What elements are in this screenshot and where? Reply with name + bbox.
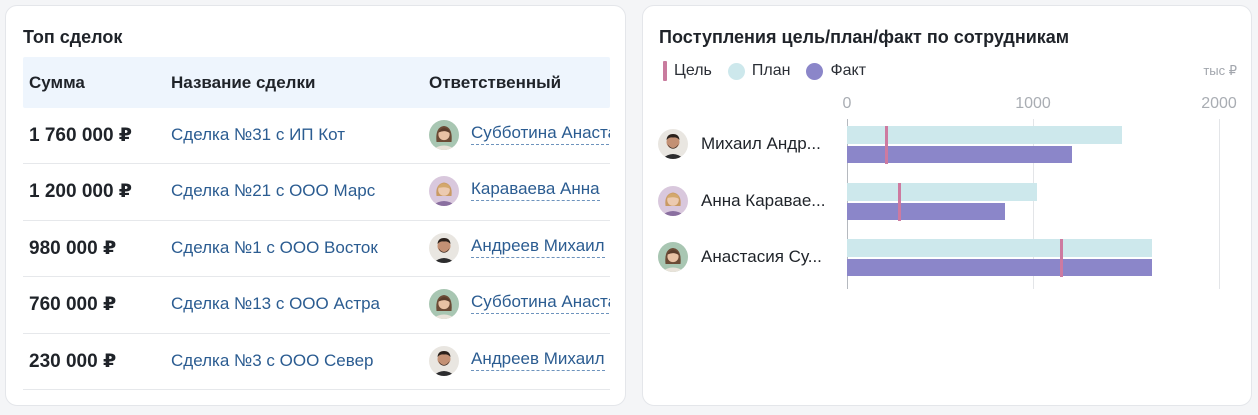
deal-name-link[interactable]: Сделка №21 с ООО Марс: [171, 164, 375, 220]
x-tick-label: 2000: [1201, 95, 1237, 112]
deal-responsible: Андреев Михаил: [429, 221, 610, 277]
avatar-anna[interactable]: [658, 186, 688, 216]
legend-item-fact[interactable]: Факт: [806, 62, 866, 80]
x-tick-label: 1000: [1015, 95, 1051, 112]
x-gridline: [1219, 119, 1220, 289]
bar-fact[interactable]: [847, 203, 1006, 220]
table-row[interactable]: 980 000 ₽ Сделка №1 с ООО Восток Андреев М…: [23, 221, 610, 278]
chart-legend: Цель План Факт: [663, 60, 882, 82]
target-marker[interactable]: [1059, 239, 1063, 277]
employee-name[interactable]: Анна Каравае...: [701, 191, 831, 211]
bar-plan[interactable]: [847, 183, 1037, 201]
chart-category-label: Анна Каравае...: [658, 186, 843, 218]
employee-name[interactable]: Михаил Андр...: [701, 134, 831, 154]
responsible-name-link[interactable]: Субботина Анастасия: [471, 122, 610, 145]
legend-label-target: Цель: [674, 62, 712, 79]
deals-table-body: 1 760 000 ₽ Сделка №31 с ИП Кот Субботина …: [23, 108, 610, 390]
target-marker[interactable]: [885, 126, 889, 164]
deal-name-link[interactable]: Сделка №13 с ООО Астра: [171, 277, 380, 333]
legend-item-plan[interactable]: План: [727, 62, 791, 80]
deal-sum: 980 000 ₽: [29, 237, 117, 259]
deals-table-header: Сумма Название сделки Ответственный: [23, 57, 610, 108]
legend-item-target[interactable]: Цель: [663, 61, 712, 81]
avatar-anastasia[interactable]: [429, 289, 459, 320]
chart-category-label: Анастасия Су...: [658, 242, 843, 274]
deals-table: Сумма Название сделки Ответственный 1 76…: [23, 57, 610, 390]
bar-plan[interactable]: [847, 126, 1123, 144]
top-deals-title: Топ сделок: [23, 27, 123, 47]
x-tick-label: 0: [842, 95, 852, 112]
chart-title: Поступления цель/план/факт по сотрудника…: [659, 27, 1070, 47]
table-row[interactable]: 760 000 ₽ Сделка №13 с ООО Астра Субботина…: [23, 277, 610, 334]
legend-swatch-plan: [727, 62, 745, 80]
responsible-name-link[interactable]: Андреев Михаил: [471, 348, 605, 371]
column-header-responsible[interactable]: Ответственный: [429, 57, 561, 108]
table-row[interactable]: 230 000 ₽ Сделка №3 с ООО Север Андреев Ми…: [23, 334, 610, 390]
avatar-mikhail[interactable]: [429, 345, 459, 376]
legend-swatch-target: [663, 61, 667, 81]
avatar-anna[interactable]: [429, 176, 459, 207]
deal-sum: 1 760 000 ₽: [29, 125, 133, 146]
bar-fact[interactable]: [847, 259, 1153, 276]
target-marker[interactable]: [898, 183, 902, 221]
deal-responsible: Караваева Анна: [429, 164, 610, 220]
avatar-anastasia[interactable]: [429, 120, 459, 150]
top-deals-card: Топ сделок Сумма Название сделки Ответст…: [5, 5, 626, 406]
legend-label-plan: План: [751, 62, 791, 79]
deal-sum: 760 000 ₽: [29, 294, 117, 316]
column-header-deal-name[interactable]: Название сделки: [171, 57, 315, 108]
deal-name-link[interactable]: Сделка №1 с ООО Восток: [171, 221, 378, 277]
chart-category-label: Михаил Андр...: [658, 129, 843, 161]
employee-name[interactable]: Анастасия Су...: [701, 247, 831, 267]
legend-swatch-fact: [806, 62, 824, 80]
deal-sum: 230 000 ₽: [29, 350, 117, 372]
bar-fact[interactable]: [847, 146, 1073, 163]
responsible-name-link[interactable]: Субботина Анастасия: [471, 291, 610, 315]
table-row[interactable]: 1 200 000 ₽ Сделка №21 с ООО Марс Караваев…: [23, 164, 610, 221]
deal-name-link[interactable]: Сделка №3 с ООО Север: [171, 334, 374, 390]
chart-unit-label: тыс ₽: [1203, 63, 1237, 78]
avatar-mikhail[interactable]: [429, 232, 459, 263]
responsible-name-link[interactable]: Караваева Анна: [471, 178, 600, 202]
deal-sum: 1 200 000 ₽: [29, 181, 133, 203]
legend-label-fact: Факт: [830, 62, 867, 79]
deal-responsible: Субботина Анастасия: [429, 277, 610, 333]
deal-responsible: Андреев Михаил: [429, 334, 610, 390]
responsible-name-link[interactable]: Андреев Михаил: [471, 235, 605, 258]
bar-plan[interactable]: [847, 239, 1153, 257]
deal-responsible: Субботина Анастасия: [429, 108, 610, 164]
avatar-anastasia[interactable]: [658, 242, 688, 272]
table-row[interactable]: 1 760 000 ₽ Сделка №31 с ИП Кот Субботина …: [23, 108, 610, 165]
deal-name-link[interactable]: Сделка №31 с ИП Кот: [171, 108, 345, 164]
revenue-chart-card: Поступления цель/план/факт по сотрудника…: [642, 5, 1252, 406]
column-header-sum[interactable]: Сумма: [29, 57, 85, 108]
avatar-mikhail[interactable]: [658, 129, 688, 159]
